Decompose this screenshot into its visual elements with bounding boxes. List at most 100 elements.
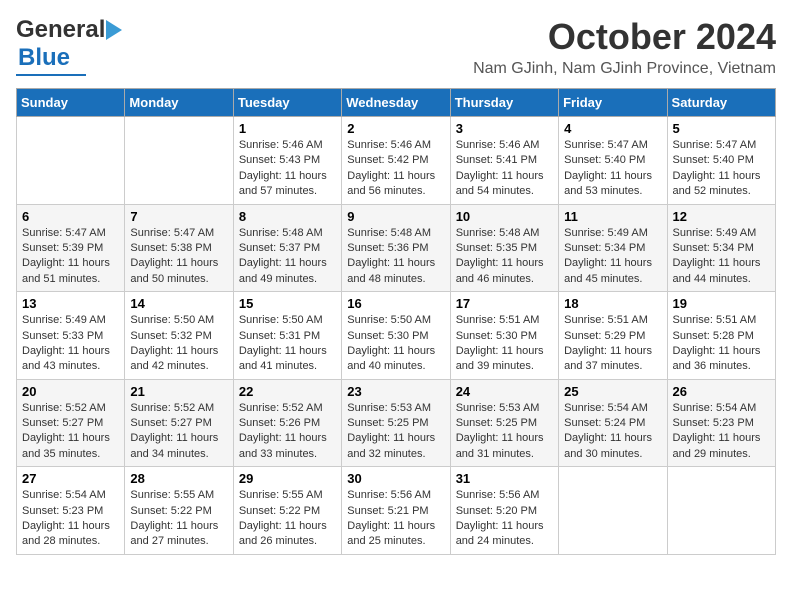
calendar-cell: 17 Sunrise: 5:51 AM Sunset: 5:30 PM Dayli… — [450, 292, 558, 380]
calendar-cell: 16 Sunrise: 5:50 AM Sunset: 5:30 PM Dayli… — [342, 292, 450, 380]
calendar-cell: 12Sunrise: 5:49 AM Sunset: 5:34 PM Dayli… — [667, 204, 775, 292]
day-content: Sunrise: 5:54 AM Sunset: 5:23 PM Dayligh… — [22, 488, 119, 550]
day-content: Sunrise: 5:46 AM Sunset: 5:43 PM Dayligh… — [239, 138, 336, 200]
day-number: 11 — [564, 209, 661, 224]
calendar-cell — [17, 117, 125, 205]
month-title: October 2024 — [473, 16, 776, 58]
logo-underline — [16, 74, 86, 76]
day-content: Sunrise: 5:53 AM Sunset: 5:25 PM Dayligh… — [347, 401, 444, 463]
calendar-cell: 24Sunrise: 5:53 AM Sunset: 5:25 PM Dayli… — [450, 379, 558, 467]
day-number: 31 — [456, 471, 553, 486]
calendar-cell: 14Sunrise: 5:50 AM Sunset: 5:32 PM Dayli… — [125, 292, 233, 380]
day-content: Sunrise: 5:54 AM Sunset: 5:23 PM Dayligh… — [673, 401, 770, 463]
logo-general: General — [16, 16, 105, 44]
day-content: Sunrise: 5:48 AM Sunset: 5:35 PM Dayligh… — [456, 226, 553, 288]
calendar-cell: 29 Sunrise: 5:55 AM Sunset: 5:22 PM Dayli… — [233, 467, 341, 555]
calendar-week-3: 13Sunrise: 5:49 AM Sunset: 5:33 PM Dayli… — [17, 292, 776, 380]
calendar-cell: 10 Sunrise: 5:48 AM Sunset: 5:35 PM Dayli… — [450, 204, 558, 292]
calendar-cell: 22 Sunrise: 5:52 AM Sunset: 5:26 PM Dayli… — [233, 379, 341, 467]
day-number: 5 — [673, 121, 770, 136]
day-number: 9 — [347, 209, 444, 224]
calendar-cell: 2Sunrise: 5:46 AM Sunset: 5:42 PM Daylig… — [342, 117, 450, 205]
day-number: 20 — [22, 384, 119, 399]
calendar-cell: 27 Sunrise: 5:54 AM Sunset: 5:23 PM Dayli… — [17, 467, 125, 555]
calendar-week-4: 20 Sunrise: 5:52 AM Sunset: 5:27 PM Dayli… — [17, 379, 776, 467]
day-content: Sunrise: 5:53 AM Sunset: 5:25 PM Dayligh… — [456, 401, 553, 463]
weekday-header-friday: Friday — [559, 89, 667, 117]
day-number: 2 — [347, 121, 444, 136]
day-content: Sunrise: 5:50 AM Sunset: 5:32 PM Dayligh… — [130, 313, 227, 375]
day-number: 29 — [239, 471, 336, 486]
day-content: Sunrise: 5:47 AM Sunset: 5:38 PM Dayligh… — [130, 226, 227, 288]
day-number: 18 — [564, 296, 661, 311]
calendar-cell: 9 Sunrise: 5:48 AM Sunset: 5:36 PM Daylig… — [342, 204, 450, 292]
calendar-cell: 31 Sunrise: 5:56 AM Sunset: 5:20 PM Dayli… — [450, 467, 558, 555]
day-number: 8 — [239, 209, 336, 224]
day-number: 4 — [564, 121, 661, 136]
calendar-cell: 18 Sunrise: 5:51 AM Sunset: 5:29 PM Dayli… — [559, 292, 667, 380]
day-number: 21 — [130, 384, 227, 399]
calendar-cell — [125, 117, 233, 205]
calendar-cell: 19Sunrise: 5:51 AM Sunset: 5:28 PM Dayli… — [667, 292, 775, 380]
day-content: Sunrise: 5:52 AM Sunset: 5:27 PM Dayligh… — [22, 401, 119, 463]
calendar-cell — [667, 467, 775, 555]
weekday-header-monday: Monday — [125, 89, 233, 117]
calendar-cell: 13Sunrise: 5:49 AM Sunset: 5:33 PM Dayli… — [17, 292, 125, 380]
day-content: Sunrise: 5:55 AM Sunset: 5:22 PM Dayligh… — [239, 488, 336, 550]
calendar-cell: 3 Sunrise: 5:46 AM Sunset: 5:41 PM Daylig… — [450, 117, 558, 205]
day-content: Sunrise: 5:51 AM Sunset: 5:30 PM Dayligh… — [456, 313, 553, 375]
title-block: October 2024 Nam GJinh, Nam GJinh Provin… — [473, 16, 776, 78]
day-number: 15 — [239, 296, 336, 311]
calendar-cell: 4 Sunrise: 5:47 AM Sunset: 5:40 PM Daylig… — [559, 117, 667, 205]
day-content: Sunrise: 5:54 AM Sunset: 5:24 PM Dayligh… — [564, 401, 661, 463]
day-number: 6 — [22, 209, 119, 224]
day-number: 10 — [456, 209, 553, 224]
day-content: Sunrise: 5:56 AM Sunset: 5:21 PM Dayligh… — [347, 488, 444, 550]
day-number: 3 — [456, 121, 553, 136]
calendar-cell: 25 Sunrise: 5:54 AM Sunset: 5:24 PM Dayli… — [559, 379, 667, 467]
day-content: Sunrise: 5:46 AM Sunset: 5:41 PM Dayligh… — [456, 138, 553, 200]
day-number: 1 — [239, 121, 336, 136]
calendar-cell: 15Sunrise: 5:50 AM Sunset: 5:31 PM Dayli… — [233, 292, 341, 380]
calendar-cell: 28 Sunrise: 5:55 AM Sunset: 5:22 PM Dayli… — [125, 467, 233, 555]
calendar-body: 1 Sunrise: 5:46 AM Sunset: 5:43 PM Daylig… — [17, 117, 776, 555]
day-content: Sunrise: 5:47 AM Sunset: 5:39 PM Dayligh… — [22, 226, 119, 288]
day-content: Sunrise: 5:52 AM Sunset: 5:26 PM Dayligh… — [239, 401, 336, 463]
weekday-header-tuesday: Tuesday — [233, 89, 341, 117]
day-content: Sunrise: 5:48 AM Sunset: 5:37 PM Dayligh… — [239, 226, 336, 288]
day-content: Sunrise: 5:49 AM Sunset: 5:34 PM Dayligh… — [673, 226, 770, 288]
day-number: 25 — [564, 384, 661, 399]
day-number: 17 — [456, 296, 553, 311]
day-number: 19 — [673, 296, 770, 311]
calendar-week-2: 6 Sunrise: 5:47 AM Sunset: 5:39 PM Daylig… — [17, 204, 776, 292]
calendar-cell: 5 Sunrise: 5:47 AM Sunset: 5:40 PM Daylig… — [667, 117, 775, 205]
logo: General Blue — [16, 16, 128, 76]
day-content: Sunrise: 5:48 AM Sunset: 5:36 PM Dayligh… — [347, 226, 444, 288]
day-content: Sunrise: 5:49 AM Sunset: 5:34 PM Dayligh… — [564, 226, 661, 288]
calendar-cell: 1 Sunrise: 5:46 AM Sunset: 5:43 PM Daylig… — [233, 117, 341, 205]
calendar-cell: 23 Sunrise: 5:53 AM Sunset: 5:25 PM Dayli… — [342, 379, 450, 467]
day-number: 22 — [239, 384, 336, 399]
calendar-cell — [559, 467, 667, 555]
day-number: 16 — [347, 296, 444, 311]
day-content: Sunrise: 5:47 AM Sunset: 5:40 PM Dayligh… — [564, 138, 661, 200]
calendar-cell: 20 Sunrise: 5:52 AM Sunset: 5:27 PM Dayli… — [17, 379, 125, 467]
day-content: Sunrise: 5:56 AM Sunset: 5:20 PM Dayligh… — [456, 488, 553, 550]
calendar-week-1: 1 Sunrise: 5:46 AM Sunset: 5:43 PM Daylig… — [17, 117, 776, 205]
day-number: 27 — [22, 471, 119, 486]
day-content: Sunrise: 5:47 AM Sunset: 5:40 PM Dayligh… — [673, 138, 770, 200]
logo-arrow-icon — [106, 20, 128, 40]
day-number: 7 — [130, 209, 227, 224]
day-content: Sunrise: 5:50 AM Sunset: 5:30 PM Dayligh… — [347, 313, 444, 375]
weekday-header-thursday: Thursday — [450, 89, 558, 117]
day-content: Sunrise: 5:55 AM Sunset: 5:22 PM Dayligh… — [130, 488, 227, 550]
day-number: 28 — [130, 471, 227, 486]
day-content: Sunrise: 5:52 AM Sunset: 5:27 PM Dayligh… — [130, 401, 227, 463]
calendar-cell: 30Sunrise: 5:56 AM Sunset: 5:21 PM Dayli… — [342, 467, 450, 555]
calendar-cell: 21 Sunrise: 5:52 AM Sunset: 5:27 PM Dayli… — [125, 379, 233, 467]
calendar-cell: 7 Sunrise: 5:47 AM Sunset: 5:38 PM Daylig… — [125, 204, 233, 292]
calendar-week-5: 27 Sunrise: 5:54 AM Sunset: 5:23 PM Dayli… — [17, 467, 776, 555]
day-content: Sunrise: 5:51 AM Sunset: 5:29 PM Dayligh… — [564, 313, 661, 375]
weekday-header-sunday: Sunday — [17, 89, 125, 117]
day-number: 23 — [347, 384, 444, 399]
